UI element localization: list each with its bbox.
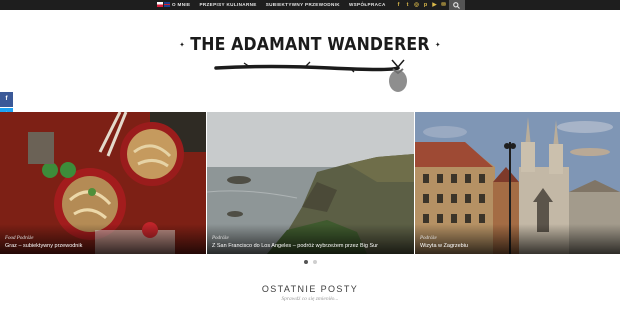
english-flag-icon[interactable] <box>164 2 170 7</box>
email-icon[interactable]: ✉ <box>440 1 447 9</box>
twitter-icon[interactable]: t <box>404 1 411 9</box>
top-bar: O MNIE PRZEPISY KULINARNE SUBIEKTYWNY PR… <box>0 0 620 10</box>
featured-slider: Food Podróże Graz – subiektywny przewodn… <box>0 112 620 254</box>
recent-posts-subtitle: Sprawdź co się zmieniło... <box>281 296 339 302</box>
pinterest-icon[interactable]: p <box>422 1 429 9</box>
social-links: f t ◎ p ▶ ✉ <box>395 1 447 9</box>
slider-dot-1[interactable] <box>304 260 308 264</box>
slide-title[interactable]: Wizyta w Zagrzebiu <box>420 243 468 249</box>
nav-item-przepisy[interactable]: PRZEPISY KULINARNE <box>199 1 256 9</box>
star-icon: ✦ <box>179 41 185 49</box>
youtube-icon[interactable]: ▶ <box>431 1 438 9</box>
slide-title[interactable]: Graz – subiektywny przewodnik <box>5 243 82 249</box>
nav-item-przewodnik[interactable]: SUBIEKTYWNY PRZEWODNIK <box>266 1 340 9</box>
slide-category[interactable]: Food Podróże <box>5 236 33 241</box>
slider-pagination <box>304 260 317 264</box>
site-logo-title[interactable]: ✦ THE ADAMANT WANDERER ✦ <box>31 35 589 55</box>
instagram-icon[interactable]: ◎ <box>413 1 420 9</box>
facebook-icon[interactable]: f <box>0 92 13 107</box>
slide-graz[interactable]: Food Podróże Graz – subiektywny przewodn… <box>0 112 206 254</box>
facebook-icon[interactable]: f <box>395 1 402 9</box>
slide-category[interactable]: Podróże <box>212 236 229 241</box>
slide-zagreb[interactable]: Podróże Wizyta w Zagrzebiu <box>415 112 620 254</box>
slide-title[interactable]: Z San Francisco do Los Angeles – podróż … <box>212 243 378 249</box>
logo-stick-bundle-icon <box>214 59 407 92</box>
slide-big-sur[interactable]: Podróże Z San Francisco do Los Angeles –… <box>207 112 414 254</box>
polish-flag-icon[interactable] <box>157 2 163 7</box>
search-icon <box>453 2 460 9</box>
slide-category[interactable]: Podróże <box>420 236 437 241</box>
star-icon: ✦ <box>435 41 441 49</box>
search-button[interactable] <box>449 0 465 10</box>
main-nav: O MNIE PRZEPISY KULINARNE SUBIEKTYWNY PR… <box>172 1 386 9</box>
site-title: THE ADAMANT WANDERER <box>190 35 430 55</box>
nav-item-wspolpraca[interactable]: WSPÓŁPRACA <box>349 1 386 9</box>
slider-dot-2[interactable] <box>313 260 317 264</box>
language-switcher[interactable] <box>157 2 170 7</box>
nav-item-o-mnie[interactable]: O MNIE <box>172 1 190 9</box>
recent-posts-heading: OSTATNIE POSTY <box>261 284 359 294</box>
